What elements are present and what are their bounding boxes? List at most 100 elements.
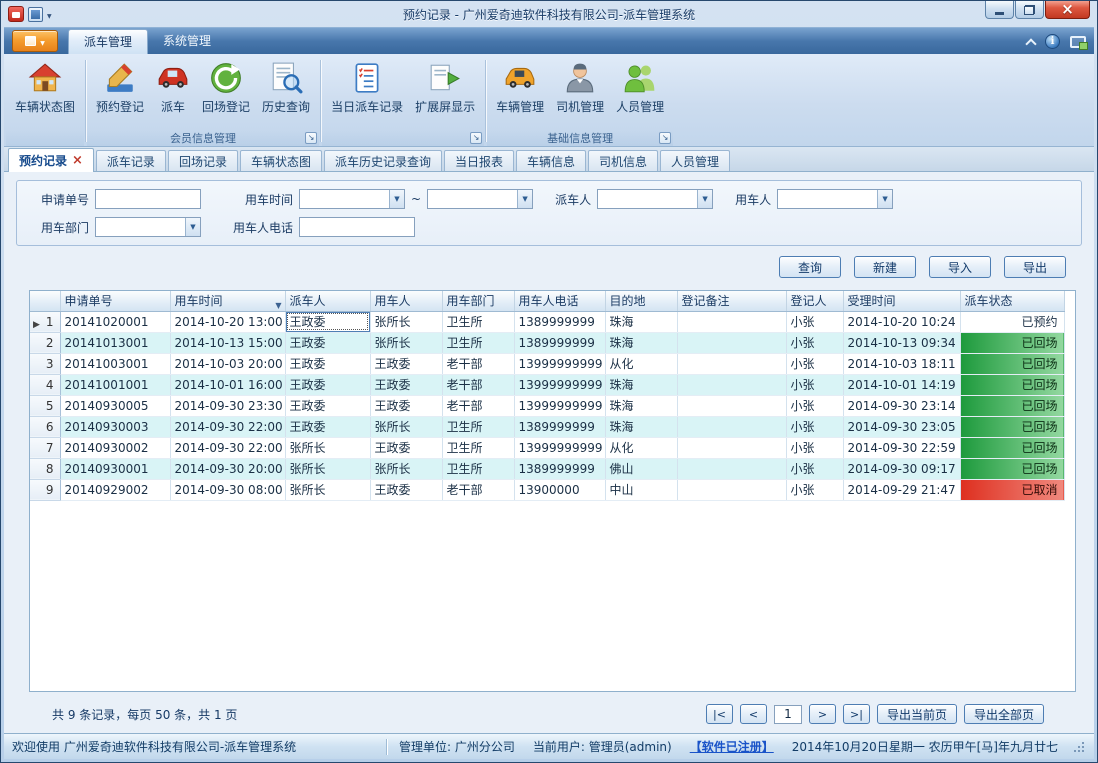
close-tab-icon[interactable]: × xyxy=(72,154,83,167)
cell-remark[interactable] xyxy=(677,311,786,332)
cell-use-time[interactable]: 2014-10-03 20:00 xyxy=(170,353,285,374)
first-page-button[interactable]: |< xyxy=(706,704,733,724)
row-selector[interactable]: 8 xyxy=(30,458,60,479)
cell-registrar[interactable]: 小张 xyxy=(786,353,843,374)
doc-tab-0[interactable]: 预约记录× xyxy=(8,148,94,172)
cell-status[interactable]: 已回场 xyxy=(960,437,1064,458)
cell-user[interactable]: 王政委 xyxy=(370,353,442,374)
cell-use-time[interactable]: 2014-09-30 22:00 xyxy=(170,416,285,437)
row-selector[interactable]: 3 xyxy=(30,353,60,374)
import-button[interactable]: 导入 xyxy=(929,256,991,278)
cell-use-time[interactable]: 2014-09-30 20:00 xyxy=(170,458,285,479)
restore-button[interactable] xyxy=(1015,1,1044,19)
cell-order-no[interactable]: 20141013001 xyxy=(60,332,170,353)
column-header[interactable]: 登记备注 xyxy=(677,291,786,311)
cell-destination[interactable]: 珠海 xyxy=(605,311,677,332)
cell-order-no[interactable]: 20141020001 xyxy=(60,311,170,332)
cell-use-time[interactable]: 2014-10-20 13:00 xyxy=(170,311,285,332)
cell-order-no[interactable]: 20141003001 xyxy=(60,353,170,374)
cell-order-no[interactable]: 20140930002 xyxy=(60,437,170,458)
cell-user[interactable]: 王政委 xyxy=(370,395,442,416)
cell-destination[interactable]: 从化 xyxy=(605,353,677,374)
cell-registrar[interactable]: 小张 xyxy=(786,374,843,395)
doc-tab-5[interactable]: 当日报表 xyxy=(444,150,514,171)
cell-accept-time[interactable]: 2014-09-30 23:14 xyxy=(843,395,960,416)
cell-status[interactable]: 已回场 xyxy=(960,353,1064,374)
cell-status[interactable]: 已回场 xyxy=(960,458,1064,479)
cell-user[interactable]: 张所长 xyxy=(370,332,442,353)
page-number-input[interactable] xyxy=(774,705,802,724)
vehicle-status-map-button[interactable]: 车辆状态图 xyxy=(9,58,81,117)
cell-dispatcher[interactable]: 王政委 xyxy=(285,311,370,332)
cell-user[interactable]: 王政委 xyxy=(370,374,442,395)
collapse-ribbon-icon[interactable] xyxy=(1025,38,1036,49)
vehicle-manage-button[interactable]: 车辆管理 xyxy=(490,58,550,117)
cell-phone[interactable]: 1389999999 xyxy=(514,311,605,332)
reservation-register-button[interactable]: 预约登记 xyxy=(90,58,150,117)
column-header[interactable]: 用车人 xyxy=(370,291,442,311)
table-row[interactable]: 8201409300012014-09-30 20:00张所长张所长卫生所138… xyxy=(30,458,1064,479)
cell-registrar[interactable]: 小张 xyxy=(786,311,843,332)
cell-destination[interactable]: 珠海 xyxy=(605,395,677,416)
order-no-input[interactable] xyxy=(95,189,201,209)
query-button[interactable]: 查询 xyxy=(779,256,841,278)
cell-destination[interactable]: 佛山 xyxy=(605,458,677,479)
chevron-down-icon[interactable] xyxy=(697,190,712,208)
cell-dept[interactable]: 老干部 xyxy=(442,353,514,374)
table-row[interactable]: 2201410130012014-10-13 15:00王政委张所长卫生所138… xyxy=(30,332,1064,353)
driver-manage-button[interactable]: 司机管理 xyxy=(550,58,610,117)
doc-tab-6[interactable]: 车辆信息 xyxy=(516,150,586,171)
personnel-manage-button[interactable]: 人员管理 xyxy=(610,58,670,117)
cell-accept-time[interactable]: 2014-09-30 23:05 xyxy=(843,416,960,437)
table-row[interactable]: 3201410030012014-10-03 20:00王政委王政委老干部139… xyxy=(30,353,1064,374)
last-page-button[interactable]: >| xyxy=(843,704,870,724)
cell-remark[interactable] xyxy=(677,437,786,458)
column-header[interactable] xyxy=(30,291,60,311)
cell-dept[interactable]: 卫生所 xyxy=(442,437,514,458)
doc-tab-2[interactable]: 回场记录 xyxy=(168,150,238,171)
column-header[interactable]: 受理时间 xyxy=(843,291,960,311)
ribbon-tab-dispatch[interactable]: 派车管理 xyxy=(68,29,148,54)
minimize-button[interactable] xyxy=(985,1,1014,19)
cell-order-no[interactable]: 20141001001 xyxy=(60,374,170,395)
chevron-down-icon[interactable] xyxy=(517,190,532,208)
column-header[interactable]: 派车状态 xyxy=(960,291,1064,311)
doc-tab-3[interactable]: 车辆状态图 xyxy=(240,150,322,171)
row-selector[interactable]: 1 xyxy=(30,311,60,332)
app-icon[interactable] xyxy=(8,6,24,22)
cell-accept-time[interactable]: 2014-10-20 10:24 xyxy=(843,311,960,332)
cell-phone[interactable]: 13999999999 xyxy=(514,353,605,374)
return-register-button[interactable]: 回场登记 xyxy=(196,58,256,117)
cell-use-time[interactable]: 2014-10-01 16:00 xyxy=(170,374,285,395)
info-icon[interactable] xyxy=(1045,34,1060,49)
cell-dispatcher[interactable]: 王政委 xyxy=(285,353,370,374)
cell-accept-time[interactable]: 2014-10-01 14:19 xyxy=(843,374,960,395)
cell-status[interactable]: 已预约 xyxy=(960,311,1064,332)
row-selector[interactable]: 4 xyxy=(30,374,60,395)
doc-tab-8[interactable]: 人员管理 xyxy=(660,150,730,171)
column-header[interactable]: 用车人电话 xyxy=(514,291,605,311)
cell-destination[interactable]: 珠海 xyxy=(605,374,677,395)
cell-dept[interactable]: 老干部 xyxy=(442,395,514,416)
cell-remark[interactable] xyxy=(677,479,786,500)
cell-dispatcher[interactable]: 张所长 xyxy=(285,479,370,500)
cell-user[interactable]: 张所长 xyxy=(370,416,442,437)
license-link[interactable]: 【软件已注册】 xyxy=(690,738,774,755)
cell-user[interactable]: 张所长 xyxy=(370,458,442,479)
dialog-launcher-icon[interactable] xyxy=(659,132,671,144)
cell-remark[interactable] xyxy=(677,395,786,416)
cell-dept[interactable]: 卫生所 xyxy=(442,332,514,353)
cell-remark[interactable] xyxy=(677,458,786,479)
cell-destination[interactable]: 从化 xyxy=(605,437,677,458)
cell-registrar[interactable]: 小张 xyxy=(786,479,843,500)
chevron-down-icon[interactable] xyxy=(185,218,200,236)
table-row[interactable]: 6201409300032014-09-30 22:00王政委张所长卫生所138… xyxy=(30,416,1064,437)
extend-screen-button[interactable]: 扩展屏显示 xyxy=(409,58,481,117)
column-header[interactable]: 申请单号 xyxy=(60,291,170,311)
column-header[interactable]: 登记人 xyxy=(786,291,843,311)
cell-destination[interactable]: 中山 xyxy=(605,479,677,500)
cell-phone[interactable]: 1389999999 xyxy=(514,332,605,353)
cell-dept[interactable]: 卫生所 xyxy=(442,311,514,332)
cell-accept-time[interactable]: 2014-09-30 22:59 xyxy=(843,437,960,458)
cell-registrar[interactable]: 小张 xyxy=(786,458,843,479)
